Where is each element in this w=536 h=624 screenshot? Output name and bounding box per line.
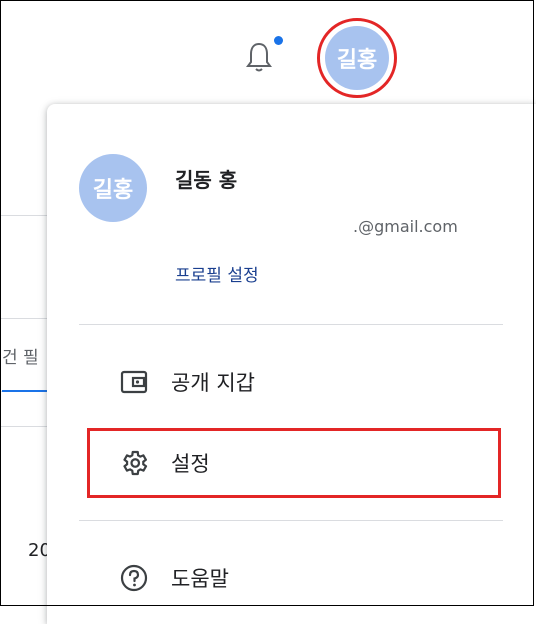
account-button[interactable]: 길홍 bbox=[317, 18, 397, 98]
highlight-box bbox=[87, 428, 501, 498]
menu-item-label: 도움말 bbox=[171, 567, 229, 591]
avatar: 길홍 bbox=[325, 26, 389, 90]
help-icon bbox=[117, 561, 151, 595]
account-menu: 길홍 길동 홍 .@gmail.com 프로필 설정 공개 지갑 설정 도움말 bbox=[47, 104, 536, 624]
profile-settings-link[interactable]: 프로필 설정 bbox=[175, 261, 259, 286]
avatar: 길홍 bbox=[79, 154, 147, 222]
divider bbox=[79, 324, 503, 325]
menu-item-help[interactable]: 도움말 bbox=[89, 554, 499, 602]
notification-dot bbox=[274, 36, 283, 45]
user-email: .@gmail.com bbox=[353, 217, 458, 236]
user-name: 길동 홍 bbox=[175, 168, 238, 192]
wallet-icon bbox=[117, 365, 151, 399]
menu-item-public-wallet[interactable]: 공개 지갑 bbox=[89, 358, 499, 406]
divider bbox=[79, 520, 503, 521]
notifications-button[interactable] bbox=[244, 40, 274, 74]
bell-icon bbox=[246, 42, 272, 72]
menu-item-label: 공개 지갑 bbox=[171, 371, 255, 395]
